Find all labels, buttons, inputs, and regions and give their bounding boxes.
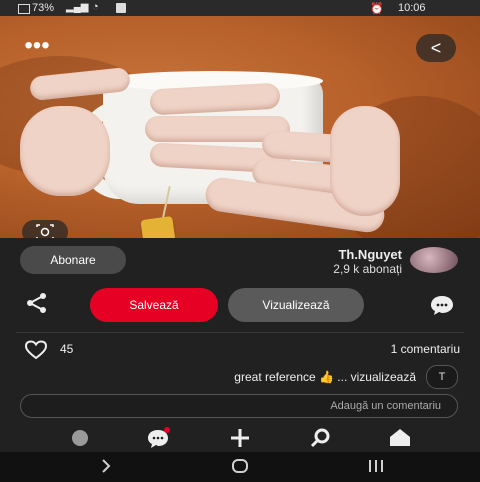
share-icon[interactable] xyxy=(24,290,50,316)
search-icon[interactable] xyxy=(300,424,340,452)
author-avatar[interactable] xyxy=(410,247,458,273)
teabag-tag xyxy=(140,215,176,238)
bottom-navigation xyxy=(0,424,480,452)
notification-icon xyxy=(116,3,126,13)
signal-icon: ▂▄▆ xyxy=(66,2,89,13)
status-bar: 10:06 ⏰ 73% ▂▄▆ ◔ xyxy=(0,0,480,16)
save-button[interactable]: Salvează xyxy=(90,288,218,322)
status-time: 10:06 xyxy=(398,2,426,14)
wifi-icon: ◔ xyxy=(92,1,99,13)
comment-text[interactable]: great reference 👍 ... vizualizează xyxy=(104,370,416,384)
likes-count: 45 xyxy=(60,342,74,356)
back-icon[interactable]: < xyxy=(416,34,456,62)
palm xyxy=(20,106,110,196)
battery-icon xyxy=(18,4,30,14)
divider xyxy=(16,332,464,333)
author-name[interactable]: Th.Nguyet xyxy=(300,247,402,262)
visit-button[interactable]: Vizualizează xyxy=(228,288,364,322)
system-navigation xyxy=(0,452,480,480)
battery-percent: 73% xyxy=(32,2,55,14)
menu-dots-icon[interactable]: ••• xyxy=(20,34,54,60)
profile-icon[interactable] xyxy=(60,424,100,452)
subscribe-button[interactable]: Abonare xyxy=(20,246,126,274)
home-nav-icon[interactable] xyxy=(220,456,260,476)
pin-image[interactable]: ••• < xyxy=(0,16,480,238)
visual-search-icon[interactable] xyxy=(22,220,68,238)
home-icon[interactable] xyxy=(380,424,420,452)
heart-icon[interactable] xyxy=(24,340,48,360)
back-nav-icon[interactable] xyxy=(86,456,126,476)
add-icon[interactable] xyxy=(220,424,260,452)
comment-bubble-icon[interactable] xyxy=(428,292,456,318)
comments-count: 1 comentariu xyxy=(390,342,460,356)
author-subscribers: 2,9 k abonați xyxy=(333,262,402,276)
messages-icon[interactable] xyxy=(138,424,178,452)
palm xyxy=(330,106,400,216)
comment-input[interactable] xyxy=(20,394,458,418)
alarm-icon: ⏰ xyxy=(370,3,384,15)
pin-details-panel: Abonare Th.Nguyet 2,9 k abonați Salvează… xyxy=(0,238,480,452)
commenter-avatar[interactable]: T xyxy=(426,365,458,389)
recents-nav-icon[interactable] xyxy=(356,456,396,476)
